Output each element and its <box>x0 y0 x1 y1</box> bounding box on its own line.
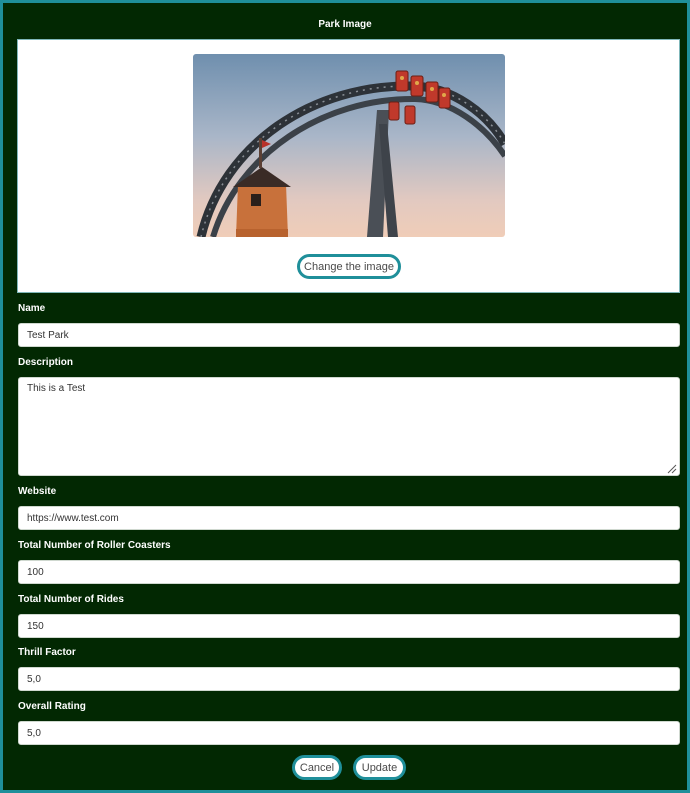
overall-rating-input[interactable] <box>18 721 680 745</box>
website-label: Website <box>18 486 57 497</box>
rides-label: Total Number of Rides <box>18 594 124 605</box>
park-image-panel: Change the image <box>17 39 680 293</box>
overall-rating-label: Overall Rating <box>18 701 86 712</box>
name-input[interactable] <box>18 323 680 347</box>
change-image-button[interactable]: Change the image <box>297 254 401 279</box>
roller-coasters-label: Total Number of Roller Coasters <box>18 540 171 551</box>
website-input[interactable] <box>18 506 680 530</box>
edit-park-form: Park Image Change the image Name Test Pa… <box>0 0 690 793</box>
roller-coasters-input[interactable] <box>18 560 680 584</box>
thrill-factor-input[interactable] <box>18 667 680 691</box>
rides-input[interactable] <box>18 614 680 638</box>
park-image-title: Park Image <box>318 19 372 30</box>
park-photo <box>193 54 505 237</box>
name-label: Name <box>18 303 46 314</box>
description-textarea[interactable]: This is a Test <box>18 377 680 476</box>
resize-handle-icon[interactable] <box>667 464 677 474</box>
update-button[interactable]: Update <box>353 755 406 780</box>
description-label: Description <box>18 357 74 368</box>
thrill-factor-label: Thrill Factor <box>18 647 76 658</box>
cancel-button[interactable]: Cancel <box>292 755 342 780</box>
